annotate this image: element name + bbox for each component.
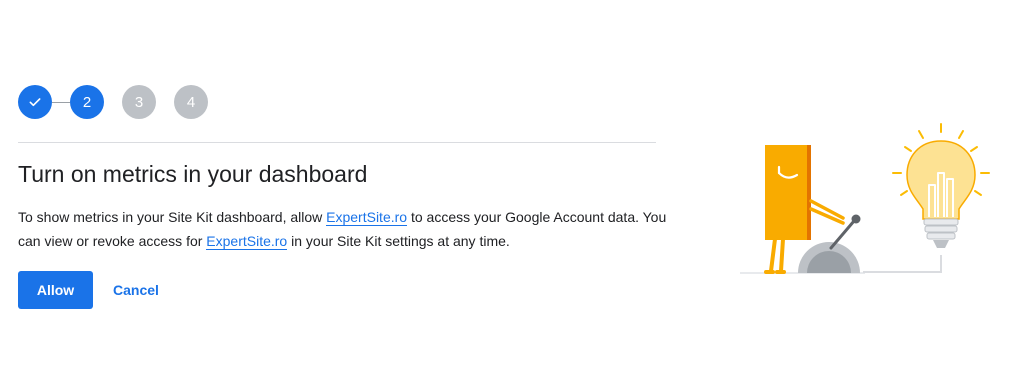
step-connector <box>52 101 70 103</box>
check-icon <box>29 98 41 107</box>
page-title: Turn on metrics in your dashboard <box>18 161 368 187</box>
step-2-current: 2 <box>70 85 104 119</box>
progress-stepper: 2 3 4 <box>18 85 208 119</box>
divider <box>18 142 656 143</box>
allow-button[interactable]: Allow <box>18 271 93 309</box>
description-text: To show metrics in your Site Kit dashboa… <box>18 205 668 253</box>
desc-text-1: To show metrics in your Site Kit dashboa… <box>18 209 327 225</box>
cancel-button[interactable]: Cancel <box>103 271 169 309</box>
step-1-complete <box>18 85 52 119</box>
switch-lightbulb-illustration <box>740 123 990 274</box>
site-link[interactable]: ExpertSite.ro <box>326 209 408 226</box>
site-link-settings[interactable]: ExpertSite.ro <box>206 233 288 250</box>
desc-text-3: in your Site Kit settings at any time. <box>287 233 510 249</box>
step-4-pending: 4 <box>174 85 208 119</box>
step-3-pending: 3 <box>122 85 156 119</box>
